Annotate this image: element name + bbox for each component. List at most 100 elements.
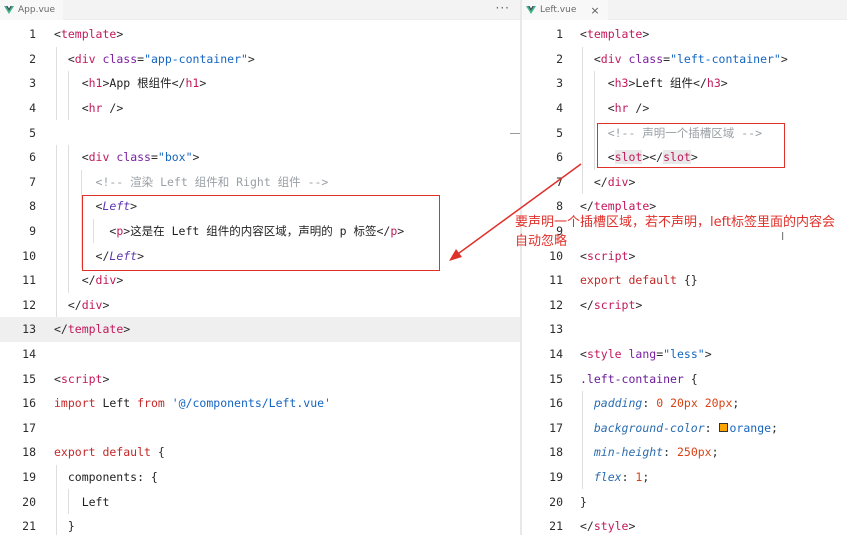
code-line[interactable]: 18 export default { xyxy=(0,440,520,465)
indent-guide xyxy=(68,194,70,219)
line-number: 1 xyxy=(556,27,563,42)
code-token: = xyxy=(150,150,158,165)
code-line[interactable]: 20} xyxy=(522,489,847,514)
ellipsis-icon[interactable]: ··· xyxy=(496,1,510,15)
code-token: padding xyxy=(593,396,643,411)
indent-guide xyxy=(56,243,57,268)
code-line[interactable]: 17 xyxy=(0,416,520,441)
code-token: </ xyxy=(693,76,707,91)
code-token: template xyxy=(60,27,117,42)
code-line[interactable]: 11 </div > xyxy=(0,268,520,293)
code-token: </ xyxy=(580,199,594,214)
line-number: 3 xyxy=(29,76,36,91)
code-line[interactable]: 13 xyxy=(522,317,847,342)
indent-guide xyxy=(582,71,583,96)
code-token: < xyxy=(580,101,615,116)
indent-guide xyxy=(68,71,70,96)
code-line[interactable]: 16 padding: 0 20px 20px; xyxy=(522,391,847,416)
annotation-text: 要声明一个插槽区域，若不声明，left标签里面的内容会自动忽略 xyxy=(515,215,836,249)
tab-app-vue[interactable]: App.vue xyxy=(0,0,64,20)
code-text: < script > xyxy=(54,366,109,391)
code-text: < div class = "box" > xyxy=(54,145,200,170)
code-text: background-color: orange; xyxy=(580,416,778,441)
code-token: <!-- 渲染 Left 组件和 Right 组件 --> xyxy=(54,174,329,189)
code-text: </div > xyxy=(54,268,124,293)
line-number: 21 xyxy=(22,519,36,534)
code-token: ; xyxy=(642,470,650,485)
code-token: : xyxy=(663,445,677,460)
code-token: div xyxy=(600,51,622,66)
code-line[interactable]: 19 flex: 1; xyxy=(522,464,847,490)
vue-logo-icon xyxy=(4,6,14,14)
code-line[interactable]: 3 < h1 > App 根组件 </h1 > xyxy=(0,71,520,96)
code-token: h1 xyxy=(88,76,103,91)
code-line[interactable]: 13 </template > xyxy=(0,317,520,342)
code-token: 0 xyxy=(656,396,664,411)
indent-guide xyxy=(56,514,57,535)
code-token: </ xyxy=(54,273,96,288)
indent-guide xyxy=(56,292,57,318)
code-line[interactable]: 2 < div class = "left-container" > xyxy=(522,46,847,72)
code-line[interactable]: 16 import Left from '@/components/Left.vu… xyxy=(0,391,520,416)
code-line[interactable]: 21 </style > xyxy=(522,514,847,535)
tab-left-vue[interactable]: Left.vue × xyxy=(522,0,608,20)
close-icon[interactable]: × xyxy=(590,4,599,17)
line-number: 14 xyxy=(549,347,563,362)
code-token: 20px xyxy=(670,396,698,411)
code-line[interactable]: 19 components: { xyxy=(0,464,520,490)
code-token: components: { xyxy=(54,470,158,485)
code-token: Left 组件 xyxy=(635,76,694,91)
code-line[interactable]: 6 < div class = "box" > xyxy=(0,145,520,170)
code-line[interactable]: 21 } xyxy=(0,514,520,535)
code-token: style xyxy=(586,347,622,362)
indent-guide xyxy=(68,243,70,268)
indent-guide xyxy=(594,120,596,145)
code-line[interactable]: 7 </div > xyxy=(522,169,847,195)
code-line[interactable]: 2 < div class = "app-container" > xyxy=(0,46,520,72)
code-line[interactable]: 17 background-color: orange; xyxy=(522,415,847,441)
code-token: from xyxy=(137,396,165,411)
line-number: 4 xyxy=(29,101,36,116)
code-text: < hr /> xyxy=(54,96,124,121)
code-token: } xyxy=(54,519,75,534)
code-text: padding: 0 20px 20px; xyxy=(580,391,739,416)
indent-guide xyxy=(56,194,57,219)
line-number: 14 xyxy=(22,347,36,362)
line-number: 13 xyxy=(22,322,36,337)
indent-guide xyxy=(56,464,57,490)
code-line[interactable]: 14 < style lang = "less" > xyxy=(522,342,847,367)
code-text: </div > xyxy=(580,170,636,195)
code-line[interactable]: 1 < template > xyxy=(522,22,847,47)
code-line[interactable]: 11 export default {} xyxy=(522,268,847,293)
code-line[interactable]: 15 < script > xyxy=(0,366,520,391)
code-line[interactable]: 15 .left-container { xyxy=(522,366,847,391)
code-line[interactable]: 7 <!-- 渲染 Left 组件和 Right 组件 --> xyxy=(0,169,520,195)
color-swatch-icon[interactable] xyxy=(718,423,728,433)
code-token: {} xyxy=(676,273,698,288)
code-token: div xyxy=(607,174,629,189)
line-number: 8 xyxy=(556,199,563,214)
indent-guide xyxy=(582,95,583,121)
editor-pane-left-vue[interactable]: Left.vue × 1 < template >2 < div class = "left… xyxy=(522,0,847,535)
code-token: } xyxy=(580,494,587,509)
code-line[interactable]: 1 < template > xyxy=(0,22,520,47)
code-text: <!-- 渲染 Left 组件和 Right 组件 --> xyxy=(54,170,329,195)
code-token: > xyxy=(642,27,650,42)
code-token: < xyxy=(54,101,89,116)
code-line[interactable]: 3 < h3 > Left 组件 </h3 > xyxy=(522,71,847,96)
code-token: "box" xyxy=(157,150,193,165)
line-number: 11 xyxy=(549,273,563,288)
code-line[interactable]: 14 xyxy=(0,342,520,367)
code-line[interactable]: 4 < hr /> xyxy=(0,95,520,121)
code-line[interactable]: 5 xyxy=(0,120,520,145)
code-token: Left xyxy=(54,494,110,509)
code-line[interactable]: 18 min-height: 250px; xyxy=(522,440,847,465)
code-line[interactable]: 4 < hr /> xyxy=(522,95,847,121)
code-line[interactable]: 20 Left xyxy=(0,489,520,514)
line-number: 10 xyxy=(22,248,36,263)
code-line[interactable]: 12 </script > xyxy=(522,293,847,318)
indent-guide xyxy=(56,145,57,170)
code-text: < div class = "app-container" > xyxy=(54,47,255,72)
code-token: h3 xyxy=(706,76,721,91)
code-line[interactable]: 12 </div > xyxy=(0,292,520,318)
